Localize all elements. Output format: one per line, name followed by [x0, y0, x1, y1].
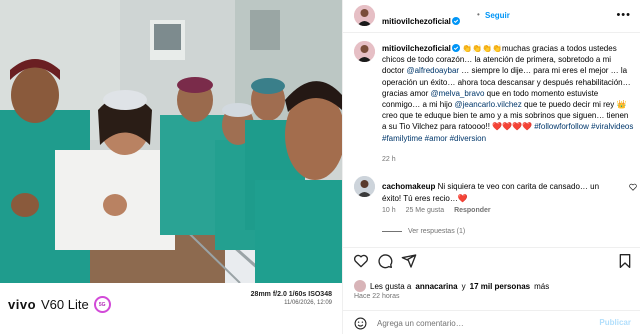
likes-prefix: Les gusta a [370, 281, 412, 291]
author-username-text[interactable]: mitiovilchezoficial [382, 17, 451, 26]
likes-middle: y [461, 281, 466, 291]
view-replies-button[interactable]: Ver respuestas (1) [382, 228, 465, 235]
instagram-post-view: vivo V60 Lite 5G 28mm f/2.0 1/60s ISO348… [0, 0, 640, 334]
comment-likes[interactable]: 25 Me gusta [406, 207, 445, 214]
small-heart-icon[interactable] [629, 183, 637, 191]
camera-badge-icon: 5G [93, 296, 111, 313]
share-icon[interactable] [401, 253, 417, 269]
mention-melva-bravo[interactable]: @melva_bravo [430, 89, 484, 98]
camera-model: V60 Lite [41, 297, 89, 312]
comment-meta: 10 h 25 Me gusta Responder [382, 207, 499, 214]
header-separator: • [477, 10, 480, 19]
author-avatar[interactable] [354, 5, 375, 26]
camera-specs: 28mm f/2.0 1/60s ISO348 [250, 291, 332, 298]
caption-author-avatar[interactable] [354, 41, 375, 62]
likes-suffix: más [534, 281, 550, 291]
mention-jeancarlo-vilchez[interactable]: @jeancarlo.vilchez [454, 100, 521, 109]
reply-button[interactable]: Responder [454, 207, 491, 214]
verified-badge-icon [451, 44, 460, 52]
verified-badge-icon [451, 17, 460, 25]
heart-icon[interactable] [353, 253, 369, 269]
comment-icon[interactable] [377, 253, 393, 269]
bookmark-icon[interactable] [617, 253, 633, 269]
mention-alfredoaybar[interactable]: @alfredoaybar [406, 66, 459, 75]
likes-user[interactable]: annacarina [415, 282, 457, 291]
view-replies-label[interactable]: Ver respuestas (1) [408, 228, 465, 235]
camera-brand: vivo [8, 297, 37, 312]
camera-watermark: vivo V60 Lite 5G 28mm f/2.0 1/60s ISO348… [0, 283, 342, 334]
emoji-icon[interactable] [354, 317, 367, 330]
publish-button[interactable]: Publicar [599, 318, 631, 327]
commenter-avatar[interactable] [354, 176, 375, 197]
author-username[interactable]: mitiovilchezoficial [382, 11, 460, 29]
replies-line [382, 231, 402, 232]
camera-badge-label: 5G [98, 301, 106, 308]
caption-username[interactable]: mitiovilchezoficial [382, 44, 451, 53]
add-comment-bar: Publicar [343, 310, 640, 335]
post-photo[interactable]: vivo V60 Lite 5G 28mm f/2.0 1/60s ISO348… [0, 0, 342, 334]
likes-summary[interactable]: Les gusta a annacarina y 17 mil personas… [354, 280, 549, 292]
comment-input[interactable] [377, 316, 577, 330]
more-options-icon[interactable]: ••• [616, 9, 631, 21]
hospital-group-photo [0, 0, 342, 283]
comment-item: cachomakeup Ni siquiera te veo con carit… [382, 181, 612, 204]
post-details-panel: mitiovilchezoficial • Seguir ••• mitiovi… [342, 0, 640, 334]
comment-username[interactable]: cachomakeup [382, 182, 435, 191]
post-timestamp: Hace 22 horas [354, 293, 400, 300]
divider [343, 247, 640, 249]
caption-timestamp: 22 h [382, 156, 396, 163]
liker-avatar [354, 280, 366, 292]
follow-button[interactable]: Seguir [485, 11, 510, 20]
comment-timestamp: 10 h [382, 207, 396, 214]
post-header: mitiovilchezoficial • Seguir ••• [343, 0, 640, 33]
camera-date: 11/06/2026, 12:09 [284, 300, 332, 306]
post-caption: mitiovilchezoficial 👏👏👏👏muchas gracias a… [382, 43, 634, 144]
likes-count[interactable]: 17 mil personas [470, 282, 530, 291]
